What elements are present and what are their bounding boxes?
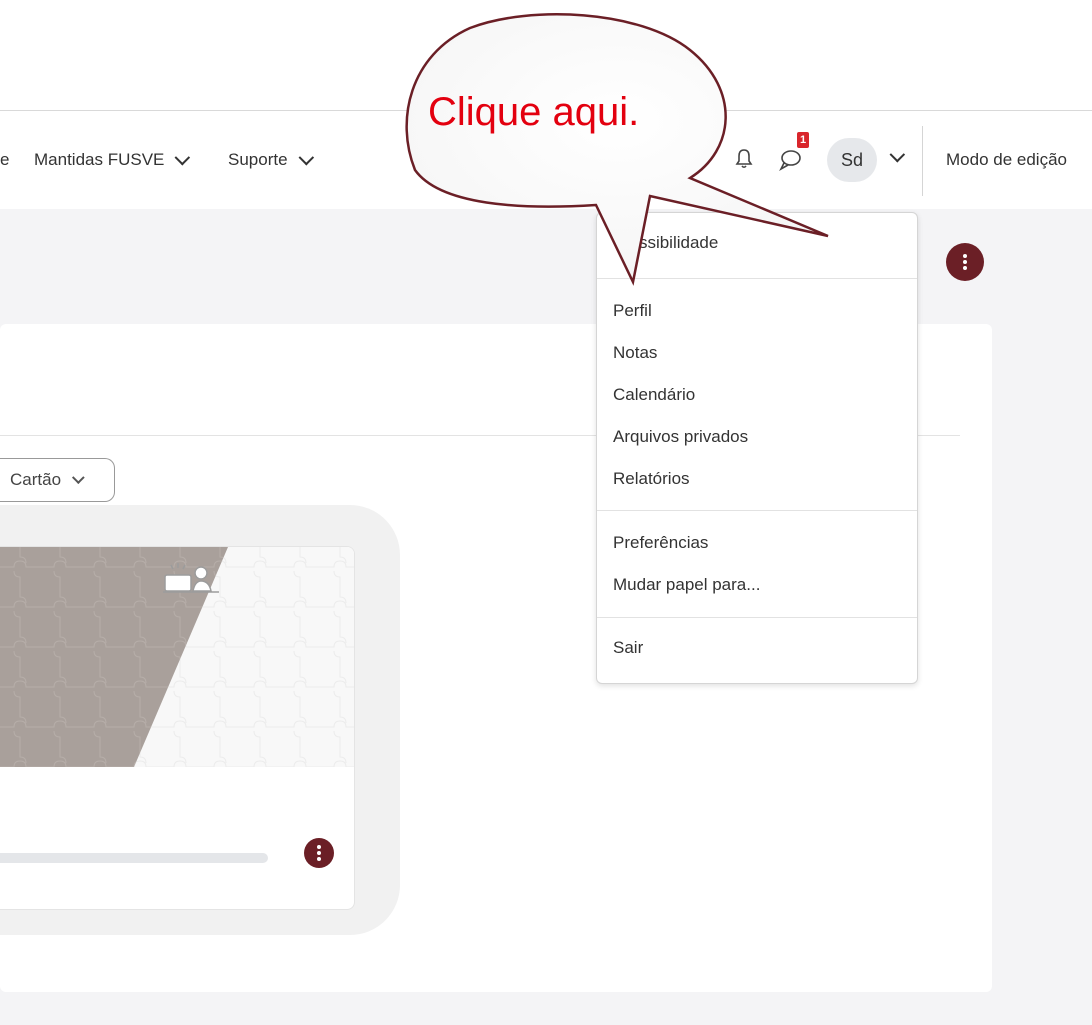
course-actions-button[interactable] — [304, 838, 334, 868]
user-menu-dropdown: cessibilidade Perfil Notas Calendário Ar… — [596, 212, 918, 684]
menu-item-profile[interactable]: Perfil — [613, 301, 652, 321]
user-menu-toggle[interactable] — [885, 146, 906, 168]
menu-item-grades[interactable]: Notas — [613, 343, 657, 363]
more-dot — [317, 851, 321, 855]
message-count-badge: 1 — [797, 132, 809, 148]
course-card[interactable] — [0, 546, 355, 910]
navbar-divider — [922, 126, 923, 196]
avatar[interactable]: Sd — [827, 138, 877, 182]
chevron-down-icon — [71, 470, 85, 484]
menu-item-reports[interactable]: Relatórios — [613, 469, 690, 489]
menu-item-logout[interactable]: Sair — [613, 638, 643, 658]
nav-item-label: Mantidas FUSVE — [34, 150, 165, 169]
nav-item-partial-label: e — [0, 150, 10, 169]
view-select[interactable]: Cartão — [0, 458, 115, 502]
menu-item-switch-role[interactable]: Mudar papel para... — [613, 575, 760, 595]
more-dot — [963, 260, 967, 264]
chat-bubble-icon — [779, 150, 801, 172]
menu-divider — [597, 510, 917, 511]
callout-text: Clique aqui. — [428, 90, 640, 134]
more-dot — [963, 266, 967, 270]
bell-icon — [735, 149, 753, 169]
menu-item-preferences[interactable]: Preferências — [613, 533, 708, 553]
menu-divider — [597, 617, 917, 618]
menu-divider — [597, 278, 917, 279]
course-image — [0, 547, 354, 767]
menu-item-calendar[interactable]: Calendário — [613, 385, 695, 405]
nav-item-partial[interactable]: e — [0, 150, 9, 170]
more-dot — [317, 857, 321, 861]
more-dot — [963, 254, 967, 258]
edit-mode-toggle[interactable]: Modo de edição — [946, 150, 1067, 170]
more-dot — [317, 845, 321, 849]
menu-item-private-files[interactable]: Arquivos privados — [613, 427, 748, 447]
nav-item-label: Suporte — [228, 150, 288, 169]
avatar-initials: Sd — [840, 149, 864, 170]
course-progress-bar — [0, 853, 268, 863]
view-select-label: Cartão — [10, 470, 62, 489]
nav-item-mantidas-fusve[interactable]: Mantidas FUSVE — [34, 149, 191, 170]
nav-item-suporte[interactable]: Suporte — [228, 149, 314, 170]
notifications-button[interactable] — [735, 148, 753, 175]
course-image-art — [0, 547, 354, 767]
menu-item-accessibility[interactable]: cessibilidade — [621, 233, 718, 253]
edit-mode-label: Modo de edição — [946, 150, 1067, 169]
messages-button[interactable] — [778, 148, 802, 177]
page-actions-button[interactable] — [946, 243, 984, 281]
